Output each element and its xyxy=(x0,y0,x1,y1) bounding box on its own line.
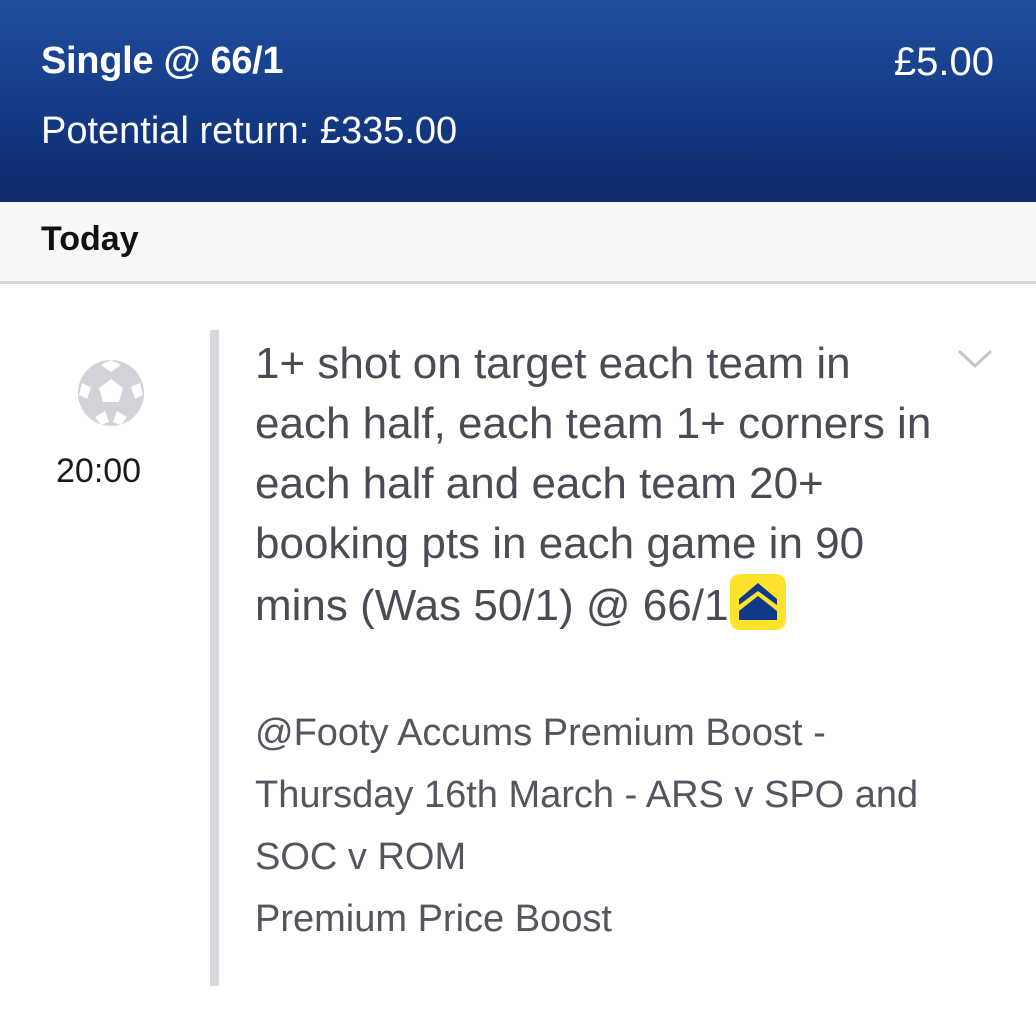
stake-amount: £5.00 xyxy=(893,40,994,84)
bet-summary-header: Single @ 66/1 £5.00 Potential return: £3… xyxy=(0,0,1036,202)
boost-type-label: Premium Price Boost xyxy=(255,898,612,940)
selection-divider xyxy=(210,330,219,986)
football-icon xyxy=(78,360,144,426)
selection-title-text: 1+ shot on target each team in each half… xyxy=(255,339,932,630)
selection-title: 1+ shot on target each team in each half… xyxy=(255,334,945,636)
market-name: @Footy Accums Premium Boost - Thursday 1… xyxy=(255,712,919,878)
day-label: Today xyxy=(41,220,139,258)
price-boost-icon xyxy=(730,574,787,630)
chevron-down-icon[interactable] xyxy=(956,344,994,374)
bet-type-label: Single @ 66/1 xyxy=(41,40,284,82)
event-time: 20:00 xyxy=(56,452,142,490)
potential-return: Potential return: £335.00 xyxy=(41,110,458,152)
day-section-header xyxy=(0,202,1036,284)
